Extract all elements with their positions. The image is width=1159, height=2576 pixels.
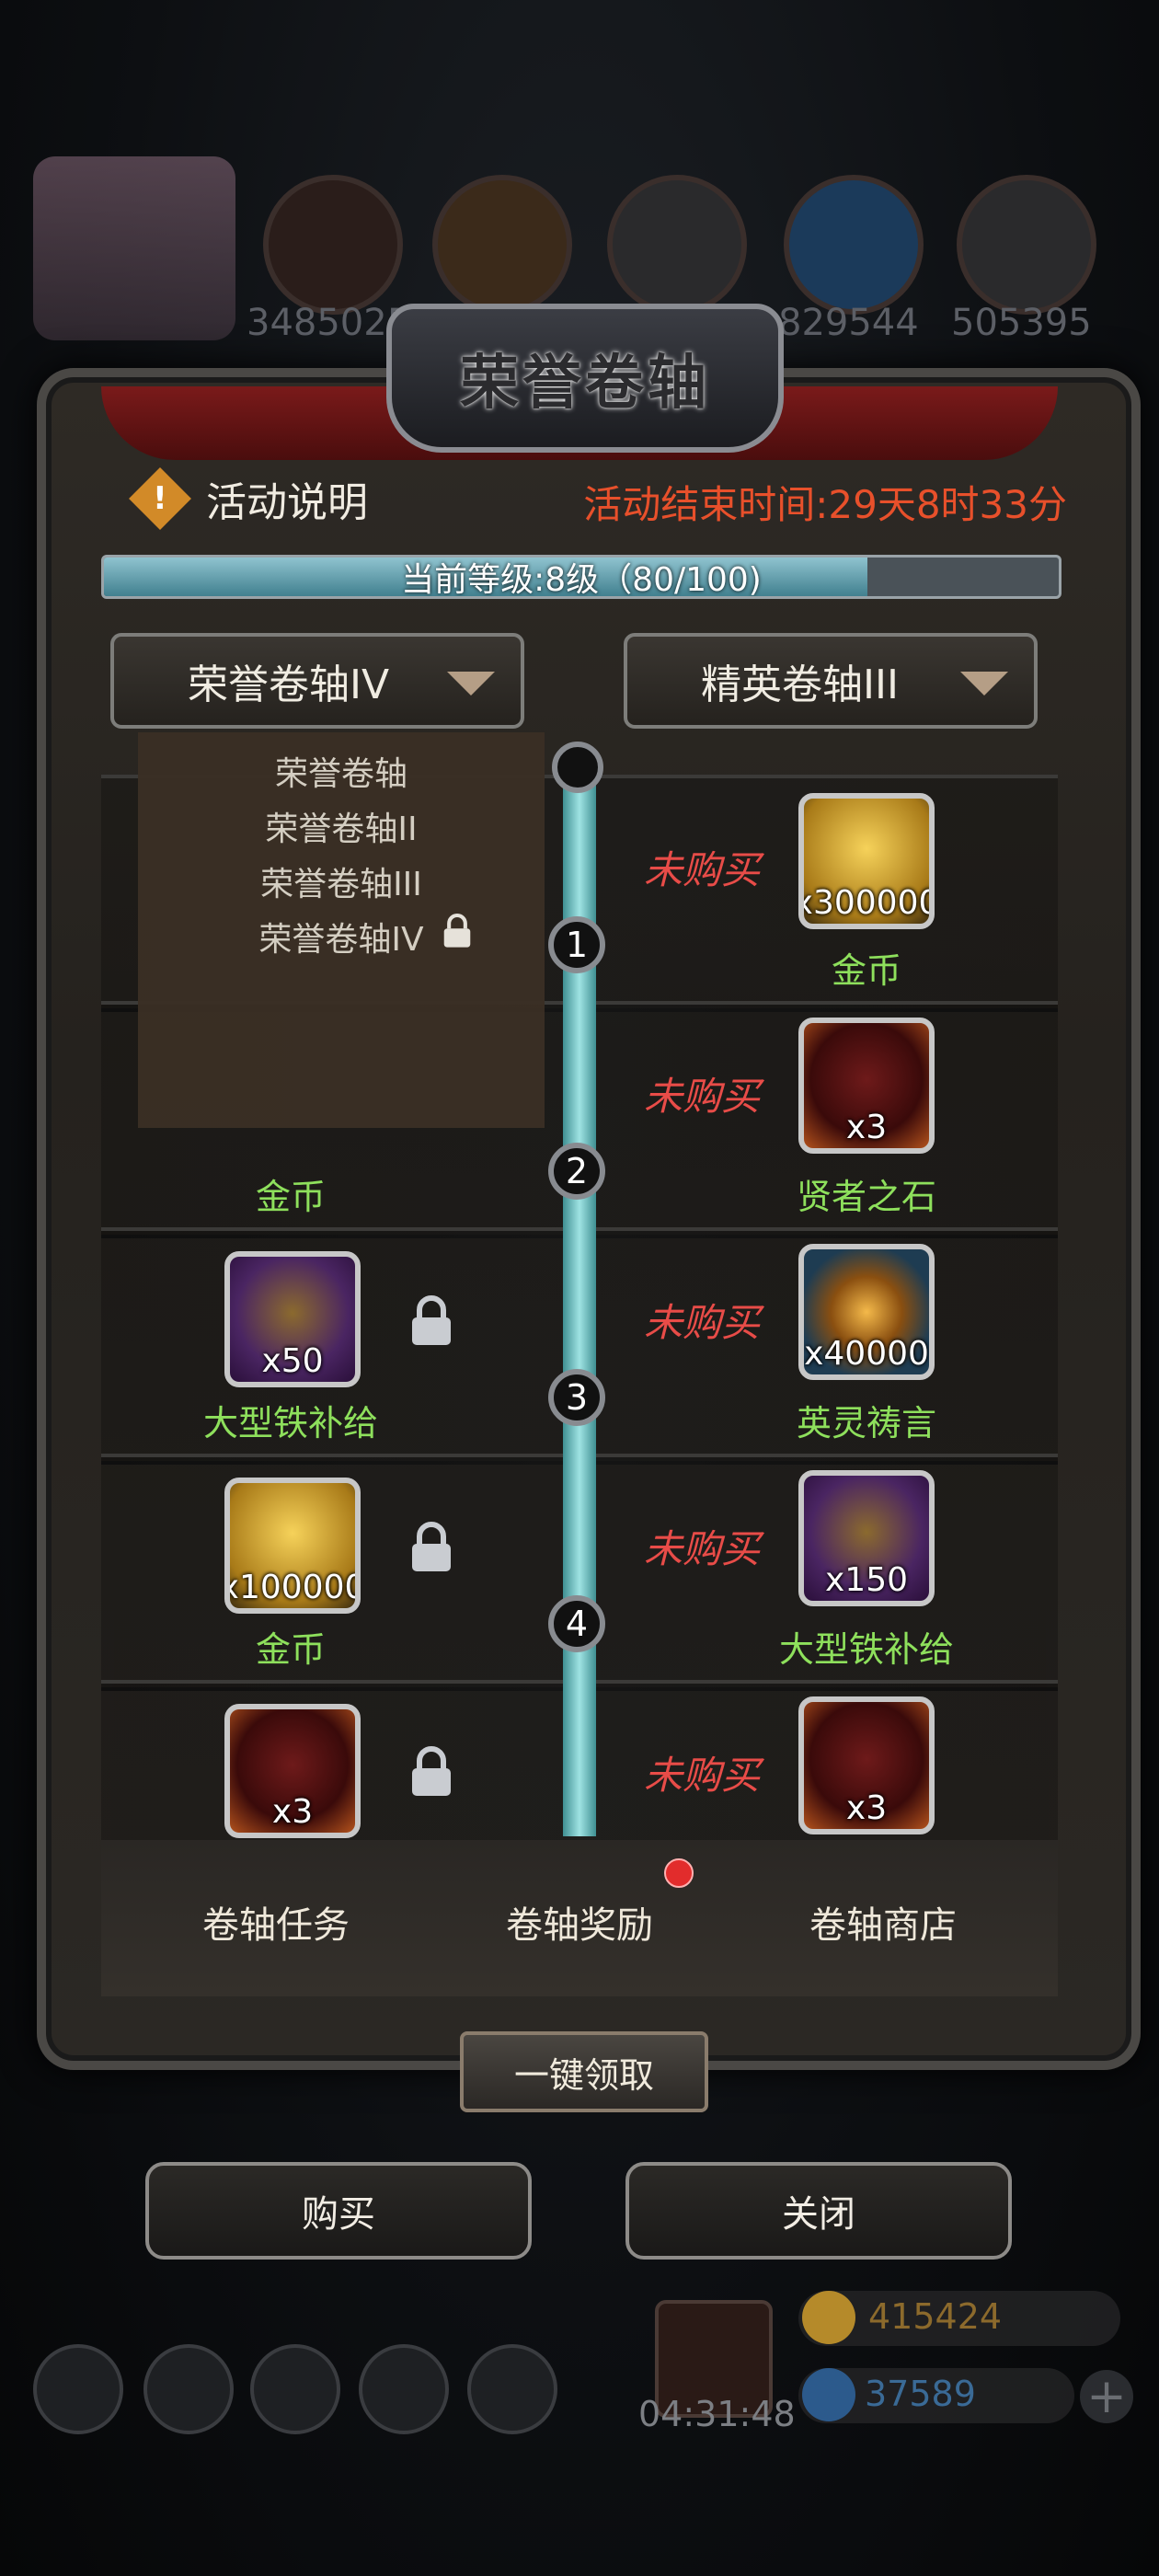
activity-info-label: 活动说明	[206, 479, 368, 526]
reward-item-iron-supply[interactable]: x50	[224, 1251, 361, 1387]
unbought-status: 未购买	[644, 1300, 761, 1345]
title-plate: 荣誉卷轴	[386, 304, 784, 453]
resource-icon-meat	[263, 175, 403, 315]
item-name: 贤者之石	[796, 1177, 936, 1217]
reward-item-sage-stone[interactable]: x3	[798, 1018, 935, 1154]
item-name: 金币	[831, 950, 901, 991]
reward-item-spirit-prayer[interactable]: x40000	[798, 1244, 935, 1380]
item-name: 金币	[255, 1629, 326, 1670]
gold-coin-icon	[802, 2291, 855, 2344]
item-quantity: x3	[271, 1793, 314, 1831]
resource-count: 829544	[778, 302, 919, 344]
reward-item-sage-stone[interactable]: x3	[798, 1696, 935, 1834]
tab-scroll-tasks[interactable]: 卷轴任务	[120, 1895, 432, 1949]
panel-title: 荣誉卷轴	[460, 349, 710, 418]
item-quantity: x100000	[224, 1569, 361, 1606]
lock-icon	[443, 913, 471, 948]
resource-icon-wood	[432, 175, 572, 315]
item-quantity: x40000	[804, 1335, 929, 1373]
honor-scroll-dropdown[interactable]: 荣誉卷轴IV	[110, 633, 524, 729]
event-end-time: 活动结束时间:29天8时33分	[583, 482, 1067, 527]
item-quantity: x50	[261, 1342, 324, 1380]
level-node: 2	[548, 1143, 605, 1200]
claim-all-button[interactable]: 一键领取	[460, 2031, 708, 2112]
reward-item-sage-stone[interactable]: x3	[224, 1704, 361, 1838]
chevron-down-icon	[960, 672, 1008, 696]
resource-count: 505395	[951, 302, 1092, 344]
add-icon[interactable]: +	[1080, 2369, 1133, 2424]
level-node: 4	[548, 1595, 605, 1652]
scroll-icon[interactable]	[250, 2344, 340, 2434]
resource-icon-crystal	[784, 175, 924, 315]
settings-icon[interactable]	[33, 2344, 123, 2434]
lock-icon	[412, 1295, 451, 1345]
track-start-node	[552, 742, 603, 793]
gift-timer: 04:31:48	[638, 2394, 796, 2434]
item-name: 大型铁补给	[202, 1403, 378, 1443]
item-name: 英灵祷言	[796, 1403, 936, 1443]
lock-icon	[412, 1522, 451, 1571]
reward-item-gold[interactable]: x100000	[224, 1478, 361, 1614]
level-progress-text: 当前等级:8级（80/100)	[401, 561, 762, 599]
dropdown-selected: 荣誉卷轴IV	[188, 661, 390, 708]
dropdown-option[interactable]: 荣誉卷轴	[138, 747, 545, 795]
dropdown-option[interactable]: 荣誉卷轴III	[138, 857, 545, 905]
activity-info-button[interactable]: ! 活动说明	[129, 467, 368, 530]
reward-item-iron-supply[interactable]: x150	[798, 1470, 935, 1606]
item-quantity: x3	[845, 1109, 888, 1146]
tab-scroll-rewards[interactable]: 卷轴奖励	[423, 1895, 736, 1949]
resource-icon-iron	[957, 175, 1096, 315]
unbought-status: 未购买	[644, 1753, 761, 1798]
unbought-status: 未购买	[644, 1526, 761, 1571]
lock-icon	[412, 1746, 451, 1796]
unbought-status: 未购买	[644, 1074, 761, 1119]
level-node: 3	[548, 1369, 605, 1426]
resource-icon-stone	[607, 175, 747, 315]
reward-item-gold[interactable]: x300000	[798, 793, 935, 929]
dropdown-option[interactable]: 荣誉卷轴IV	[138, 913, 545, 960]
buy-button[interactable]: 购买	[145, 2162, 532, 2260]
achievement-icon[interactable]	[143, 2344, 234, 2434]
player-avatar	[33, 156, 235, 340]
unbought-status: 未购买	[644, 847, 761, 892]
dropdown-selected: 精英卷轴III	[701, 661, 899, 708]
item-name: 大型铁补给	[778, 1629, 954, 1670]
tab-scroll-shop[interactable]: 卷轴商店	[727, 1895, 1039, 1949]
gem-amount: 37589	[865, 2374, 976, 2414]
warning-icon: !	[129, 467, 191, 530]
scroll-dropdown-menu: 荣誉卷轴 荣誉卷轴II 荣誉卷轴III 荣誉卷轴IV	[138, 732, 545, 1128]
elite-scroll-dropdown[interactable]: 精英卷轴III	[624, 633, 1038, 729]
item-name: 金币	[255, 1177, 326, 1217]
notification-dot	[664, 1858, 694, 1888]
dropdown-option[interactable]: 荣誉卷轴II	[138, 802, 545, 850]
level-progress-bar: 当前等级:8级（80/100)	[101, 555, 1061, 599]
item-quantity: x300000	[798, 884, 935, 922]
item-quantity: x3	[845, 1789, 888, 1827]
chevron-down-icon	[447, 672, 495, 696]
close-button[interactable]: 关闭	[625, 2162, 1012, 2260]
gem-icon	[802, 2368, 855, 2421]
chat-icon[interactable]	[467, 2344, 557, 2434]
level-node: 1	[548, 916, 605, 973]
mail-icon[interactable]	[359, 2344, 449, 2434]
item-quantity: x150	[824, 1561, 909, 1599]
gold-amount: 415424	[868, 2296, 1003, 2337]
